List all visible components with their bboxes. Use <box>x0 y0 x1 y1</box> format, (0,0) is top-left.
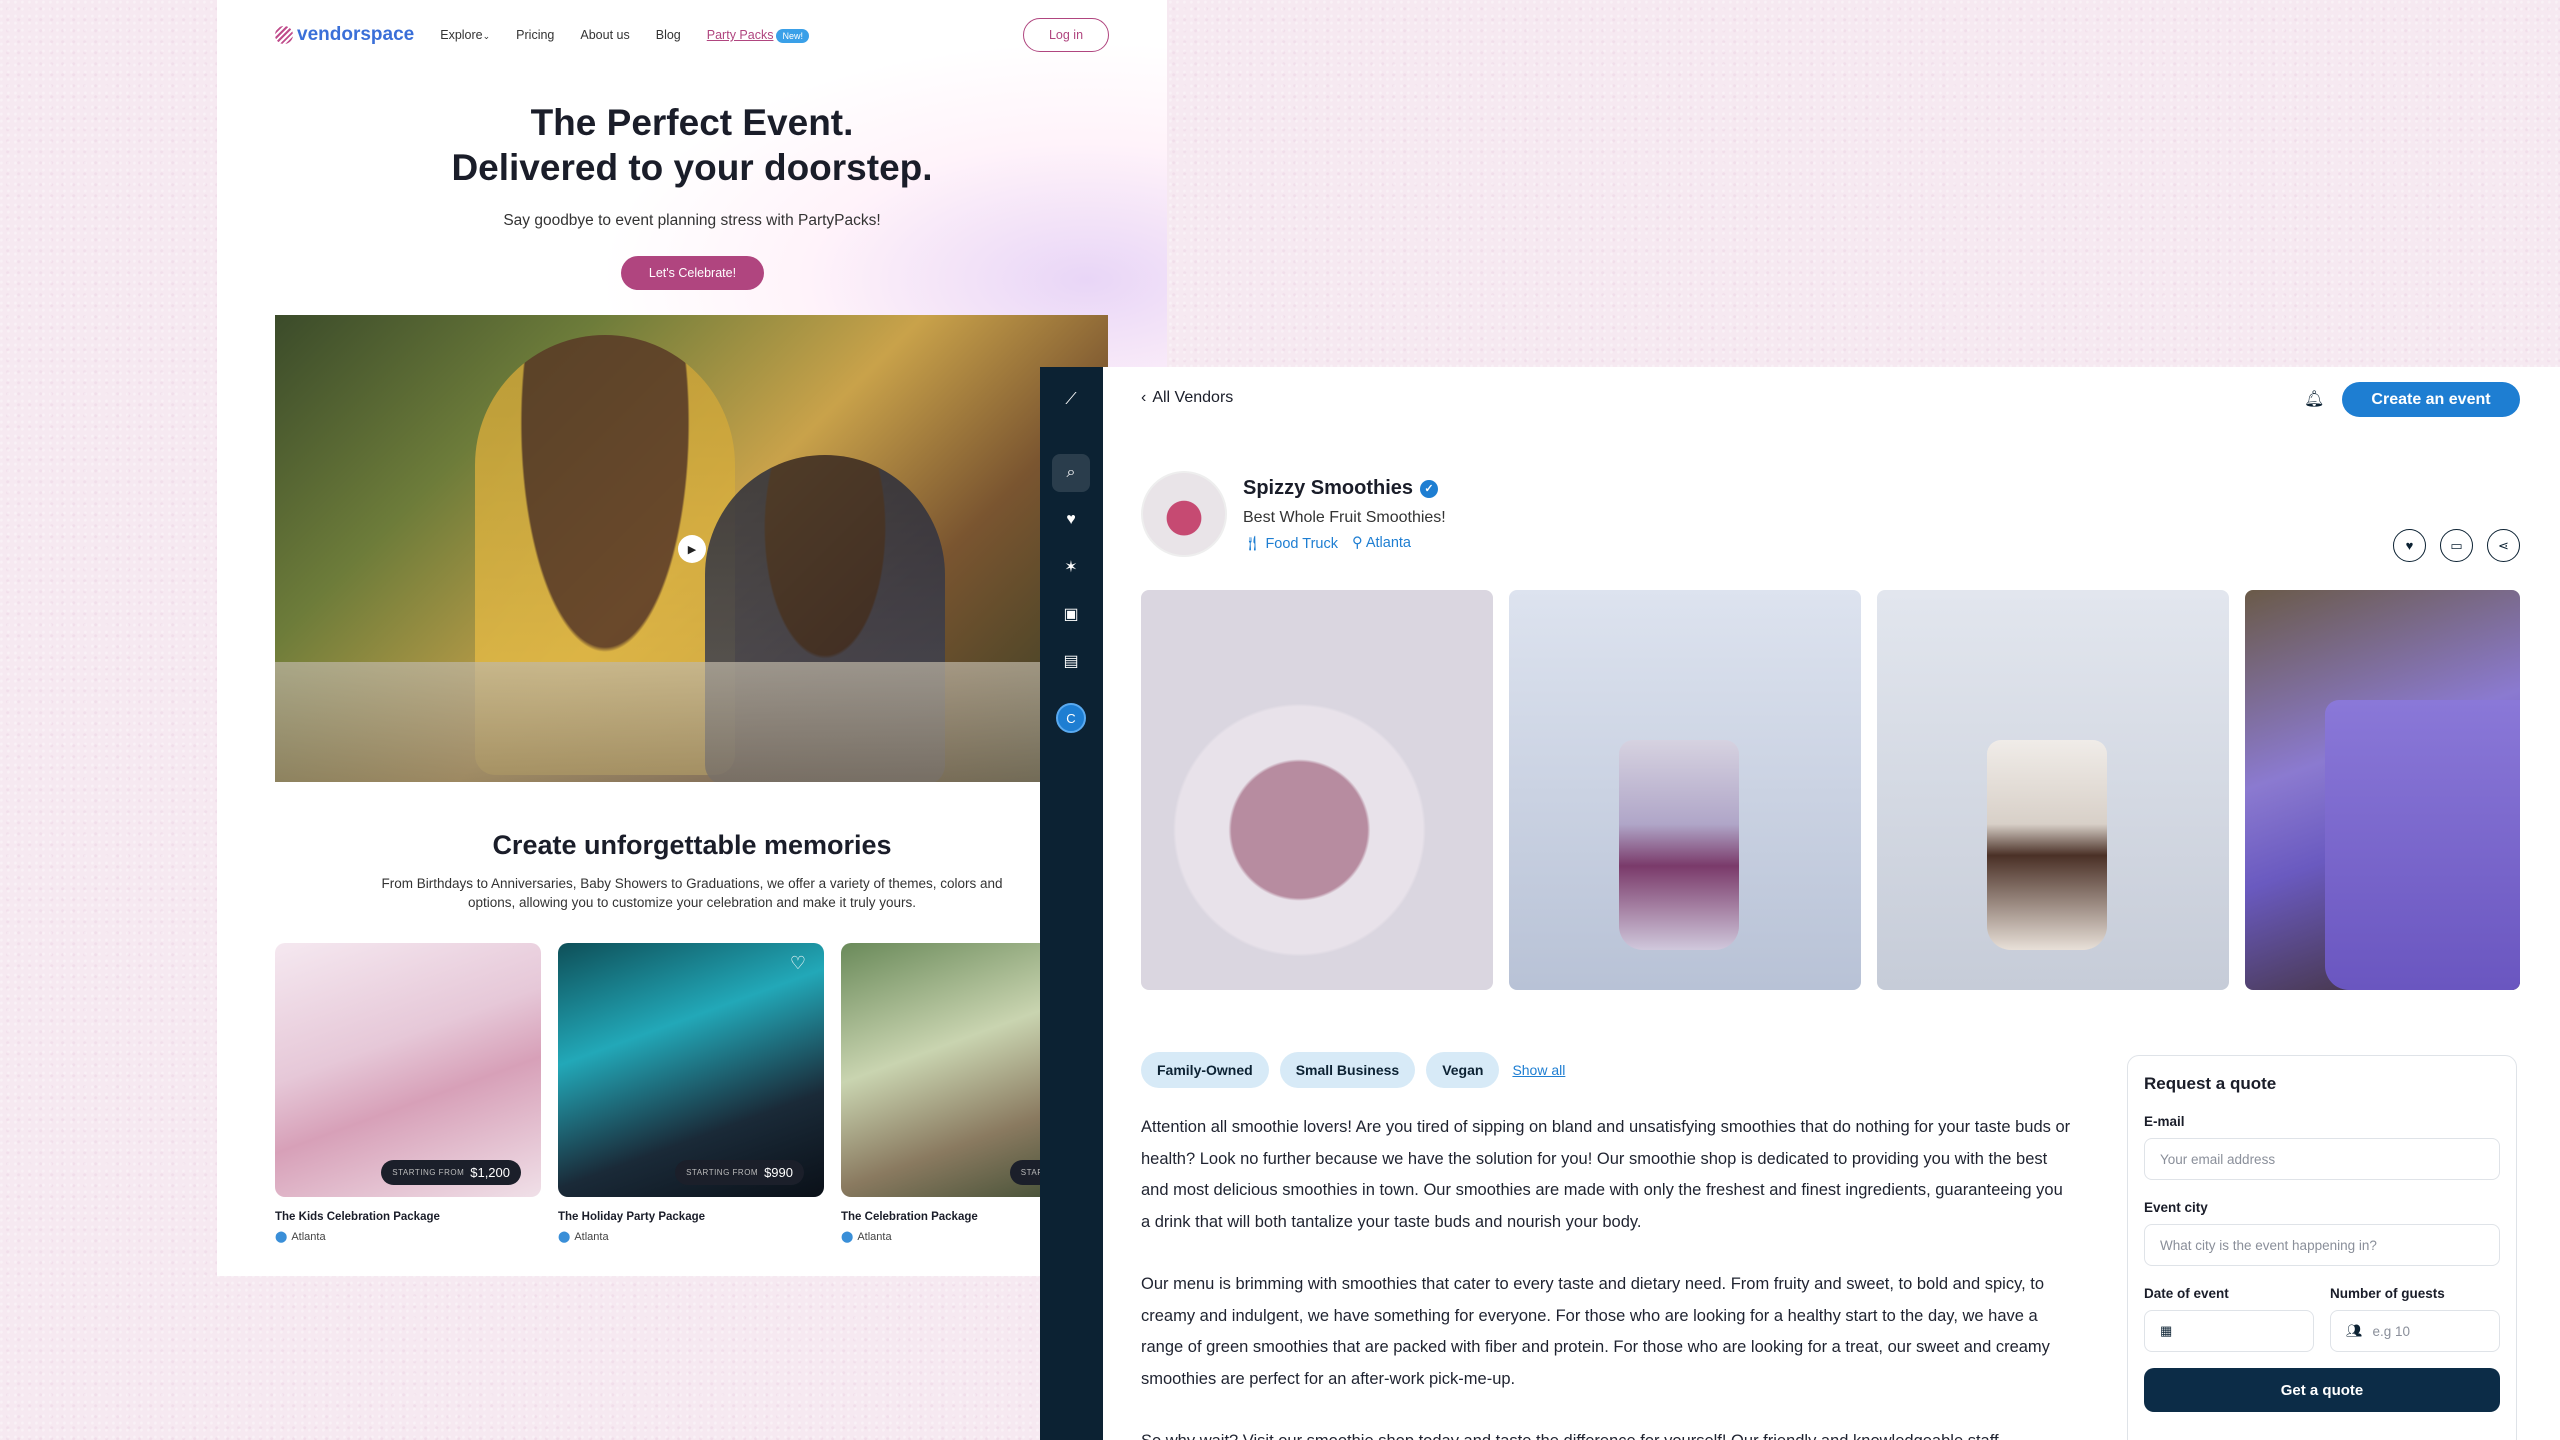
price-tag: STARTING FROM $1,200 <box>381 1160 521 1185</box>
city-label: Event city <box>2144 1200 2208 1215</box>
tag-chip[interactable]: Small Business <box>1279 1052 1416 1088</box>
get-quote-button[interactable]: Get a quote <box>2144 1368 2500 1412</box>
gallery-image[interactable] <box>1877 590 2229 990</box>
package-name: The Kids Celebration Package <box>275 1211 440 1223</box>
people-icon: 👥︎ <box>2346 1323 2363 1338</box>
package-name: The Holiday Party Package <box>558 1211 706 1223</box>
vendor-actions: ♥ ▭ ⋖ <box>2393 529 2520 562</box>
hero-video[interactable]: ▶ <box>275 315 1108 782</box>
vendor-name: Spizzy Smoothies ✓ <box>1243 477 1439 500</box>
location-pin-icon: ⬤ <box>558 1231 571 1243</box>
play-icon[interactable]: ▶ <box>678 535 706 563</box>
hero-table <box>275 662 1108 782</box>
top-nav: vendorspace Explore⌄ Pricing About us Bl… <box>275 18 1109 52</box>
smoothie-jar <box>1619 740 1739 950</box>
app-logo-icon[interactable]: ⟋ <box>1052 381 1090 419</box>
login-button[interactable]: Log in <box>1023 18 1109 52</box>
quote-title: Request a quote <box>2144 1074 2277 1093</box>
lets-celebrate-button[interactable]: Let's Celebrate! <box>621 256 764 290</box>
gallery-image[interactable] <box>2245 590 2520 990</box>
nav-blog[interactable]: Blog <box>656 28 681 42</box>
landing-page: vendorspace Explore⌄ Pricing About us Bl… <box>217 0 1167 1276</box>
vendor-description: Attention all smoothie lovers! Are you t… <box>1141 1112 2071 1440</box>
guests-label: Number of guests <box>2330 1286 2445 1301</box>
vendor-city[interactable]: ⚲ Atlanta <box>1352 535 1411 552</box>
hero-title-line-2: Delivered to your doorstep. <box>451 147 933 188</box>
chevron-left-icon: ‹ <box>1141 389 1147 406</box>
location-pin-icon: ⬤ <box>841 1231 854 1243</box>
hero-title: The Perfect Event. Delivered to your doo… <box>217 100 1167 190</box>
logo-mark-icon <box>275 26 293 44</box>
create-event-button[interactable]: Create an event <box>2342 382 2520 417</box>
gallery-image[interactable] <box>1141 590 1493 990</box>
hero-title-line-1: The Perfect Event. <box>530 102 854 143</box>
description-paragraph: So why wait? Visit our smoothie shop tod… <box>1141 1426 2071 1440</box>
nav-pricing[interactable]: Pricing <box>516 28 554 42</box>
hero-subtitle: Say goodbye to event planning stress wit… <box>503 212 881 229</box>
vendorspace-logo[interactable]: vendorspace <box>275 24 414 46</box>
gallery-image[interactable] <box>1509 590 1861 990</box>
user-avatar[interactable]: C <box>1056 703 1086 733</box>
email-field[interactable]: Your email address <box>2144 1138 2500 1180</box>
package-location: ⬤ Atlanta <box>558 1231 609 1243</box>
new-badge: New! <box>776 29 809 43</box>
nav-party-packs-label: Party Packs <box>706 28 774 42</box>
package-card[interactable]: STARTING FROM $1,200 The Kids Celebration… <box>275 943 541 1243</box>
date-label: Date of event <box>2144 1286 2229 1301</box>
bell-icon[interactable]: 🔔︎ <box>2304 389 2324 409</box>
back-to-vendors[interactable]: ‹ All Vendors <box>1141 389 1233 407</box>
package-location: ⬤ Atlanta <box>275 1231 326 1243</box>
vendor-avatar <box>1141 471 1227 557</box>
vendor-category[interactable]: 🍴︎ Food Truck <box>1243 535 1338 552</box>
heart-icon[interactable]: ♥ <box>1052 501 1090 539</box>
location-pin-icon: ⚲ <box>1351 535 1366 551</box>
verified-icon: ✓ <box>1420 479 1439 498</box>
nav-links: Explore⌄ Pricing About us Blog Party Pac… <box>440 28 809 43</box>
inbox-icon[interactable]: ▤ <box>1052 642 1090 680</box>
nav-explore[interactable]: Explore⌄ <box>440 28 490 42</box>
vendor-meta: 🍴︎ Food Truck ⚲ Atlanta <box>1243 535 1411 552</box>
back-label: All Vendors <box>1152 389 1234 406</box>
message-icon[interactable]: ▭ <box>2440 529 2473 562</box>
vendor-tagline: Best Whole Fruit Smoothies! <box>1243 509 1446 526</box>
price-tag: STARTING FROM $990 <box>675 1160 804 1185</box>
party-popper-icon[interactable]: ✶ <box>1052 548 1090 586</box>
nav-party-packs[interactable]: Party Packs New! <box>706 28 809 43</box>
guests-field[interactable]: 👥︎ e.g 10 <box>2330 1310 2500 1352</box>
memories-title: Create unforgettable memories <box>492 830 892 860</box>
email-label: E-mail <box>2144 1114 2185 1129</box>
location-pin-icon: ⬤ <box>275 1231 288 1243</box>
date-guests-row: Date of event ▦ Number of guests 👥︎ e.g 1… <box>2144 1266 2500 1352</box>
tag-chip[interactable]: Family-Owned <box>1141 1052 1269 1088</box>
smoothie-jar <box>1987 740 2107 950</box>
vendor-tags: Family-Owned Small Business Vegan Show a… <box>1141 1052 1565 1088</box>
heart-icon[interactable]: ♡ <box>790 953 806 974</box>
favorite-heart-icon[interactable]: ♥ <box>2393 529 2426 562</box>
share-icon[interactable]: ⋖ <box>2487 529 2520 562</box>
vendor-gallery <box>1141 590 2520 990</box>
vendor-app: ⟋ ⌕ ♥ ✶ ▣ ▤ C ‹ All Vendors 🔔︎ Create an… <box>1040 367 2560 1440</box>
search-icon[interactable]: ⌕ <box>1052 454 1090 492</box>
calendar-icon: ▦ <box>2160 1323 2173 1338</box>
calendar-icon[interactable]: ▣ <box>1052 595 1090 633</box>
package-list: STARTING FROM $1,200 The Kids Celebration… <box>275 943 1107 1243</box>
description-paragraph: Attention all smoothie lovers! Are you t… <box>1141 1118 2071 1231</box>
memories-subtitle: From Birthdays to Anniversaries, Baby Sh… <box>381 876 1003 910</box>
tag-chip[interactable]: Vegan <box>1426 1052 1500 1088</box>
sidebar: ⟋ ⌕ ♥ ✶ ▣ ▤ C <box>1040 367 1103 1440</box>
chevron-down-icon: ⌄ <box>482 31 491 41</box>
package-image: STARTING FROM $1,200 <box>275 943 541 1197</box>
utensils-icon: 🍴︎ <box>1243 536 1266 552</box>
package-card[interactable]: ♡ STARTING FROM $990 The Holiday Party Pa… <box>558 943 824 1243</box>
smoothie-jar <box>2325 700 2520 990</box>
description-paragraph: Our menu is brimming with smoothies that… <box>1141 1275 2050 1388</box>
package-image: ♡ STARTING FROM $990 <box>558 943 824 1197</box>
nav-about-us[interactable]: About us <box>580 28 629 42</box>
date-field[interactable]: ▦ <box>2144 1310 2314 1352</box>
show-all-link[interactable]: Show all <box>1512 1062 1565 1078</box>
logo-text: vendorspace <box>297 24 415 45</box>
quote-form: Request a quote E-mail Your email addres… <box>2127 1055 2517 1440</box>
city-field[interactable]: What city is the event happening in? <box>2144 1224 2500 1266</box>
